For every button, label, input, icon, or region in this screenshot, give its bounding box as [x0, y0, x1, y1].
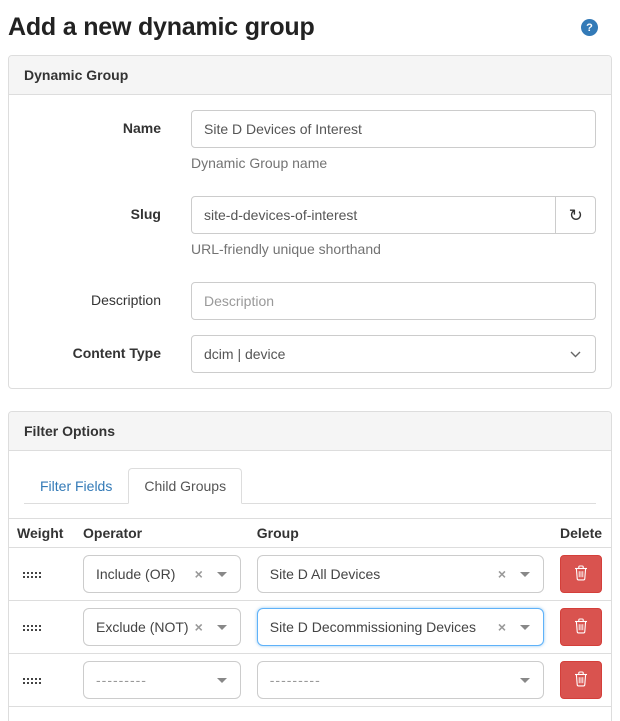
delete-row-button[interactable] [560, 661, 602, 699]
drag-handle-icon[interactable] [23, 678, 41, 685]
clear-icon[interactable]: × [498, 567, 506, 581]
trash-icon [574, 671, 588, 690]
drag-handle-icon[interactable] [23, 625, 41, 632]
filter-options-panel-title: Filter Options [9, 412, 611, 451]
clear-icon[interactable]: × [195, 620, 203, 634]
dynamic-group-panel: Dynamic Group Name Dynamic Group name Sl… [8, 55, 612, 389]
content-type-value: dcim | device [204, 346, 570, 362]
dropdown-arrow-icon [520, 572, 530, 577]
dynamic-group-panel-title: Dynamic Group [9, 56, 611, 95]
group-value: Site D All Devices [270, 566, 492, 582]
table-row: Include (OR) × Site D All Devices × [9, 548, 611, 601]
dropdown-arrow-icon [520, 625, 530, 630]
description-label: Description [24, 282, 161, 308]
filter-tabs: Filter Fields Child Groups [24, 468, 596, 504]
content-type-label: Content Type [24, 335, 161, 361]
column-header-operator: Operator [75, 519, 249, 548]
name-input[interactable] [191, 110, 596, 148]
content-type-select[interactable]: dcim | device [191, 335, 596, 373]
dropdown-arrow-icon [217, 625, 227, 630]
trash-icon [574, 565, 588, 584]
description-field-row: Description [24, 282, 596, 320]
clear-icon[interactable]: × [195, 567, 203, 581]
operator-select[interactable]: Include (OR) × [83, 555, 241, 593]
dropdown-arrow-icon [217, 678, 227, 683]
slug-help-text: URL-friendly unique shorthand [191, 241, 596, 257]
dropdown-arrow-icon [520, 678, 530, 683]
help-icon[interactable]: ? [581, 19, 598, 36]
filter-options-panel: Filter Options Filter Fields Child Group… [8, 411, 612, 721]
trash-icon [574, 618, 588, 637]
operator-select[interactable]: Exclude (NOT) × [83, 608, 241, 646]
clear-icon[interactable]: × [498, 620, 506, 634]
name-help-text: Dynamic Group name [191, 155, 596, 171]
tab-child-groups[interactable]: Child Groups [128, 468, 242, 504]
slug-regenerate-button[interactable]: ↻ [555, 196, 596, 234]
group-value: Site D Decommissioning Devices [270, 619, 492, 635]
table-row: --------- --------- [9, 654, 611, 707]
column-header-group: Group [249, 519, 552, 548]
content-type-field-row: Content Type dcim | device [24, 335, 596, 373]
tab-filter-fields[interactable]: Filter Fields [24, 468, 128, 504]
panel-bottom-spacer [24, 707, 596, 721]
dropdown-arrow-icon [217, 572, 227, 577]
slug-field-row: Slug ↻ URL-friendly unique shorthand [24, 196, 596, 267]
group-value: --------- [270, 672, 520, 688]
page-title: Add a new dynamic group [8, 13, 315, 42]
operator-value: --------- [96, 672, 217, 688]
child-groups-table: Weight Operator Group Delete Include (OR… [9, 518, 611, 707]
chevron-down-icon [570, 351, 581, 358]
operator-value: Exclude (NOT) [96, 619, 189, 635]
slug-input[interactable] [191, 196, 556, 234]
drag-handle-icon[interactable] [23, 572, 41, 579]
delete-row-button[interactable] [560, 555, 602, 593]
operator-select[interactable]: --------- [83, 661, 241, 699]
slug-label: Slug [24, 196, 161, 222]
group-select[interactable]: --------- [257, 661, 544, 699]
filter-options-panel-body: Filter Fields Child Groups Weight Operat… [9, 451, 611, 721]
description-input[interactable] [191, 282, 596, 320]
name-label: Name [24, 110, 161, 136]
column-header-weight: Weight [9, 519, 75, 548]
name-field-row: Name Dynamic Group name [24, 110, 596, 181]
operator-value: Include (OR) [96, 566, 189, 582]
page: Add a new dynamic group ? Dynamic Group … [0, 13, 620, 721]
delete-row-button[interactable] [560, 608, 602, 646]
table-header-row: Weight Operator Group Delete [9, 519, 611, 548]
column-header-delete: Delete [552, 519, 611, 548]
group-select[interactable]: Site D All Devices × [257, 555, 544, 593]
dynamic-group-panel-body: Name Dynamic Group name Slug ↻ URL-frien… [9, 95, 611, 388]
table-row: Exclude (NOT) × Site D Decommissioning D… [9, 601, 611, 654]
page-header: Add a new dynamic group ? [8, 13, 612, 42]
group-select[interactable]: Site D Decommissioning Devices × [257, 608, 544, 646]
refresh-icon: ↻ [569, 207, 583, 224]
